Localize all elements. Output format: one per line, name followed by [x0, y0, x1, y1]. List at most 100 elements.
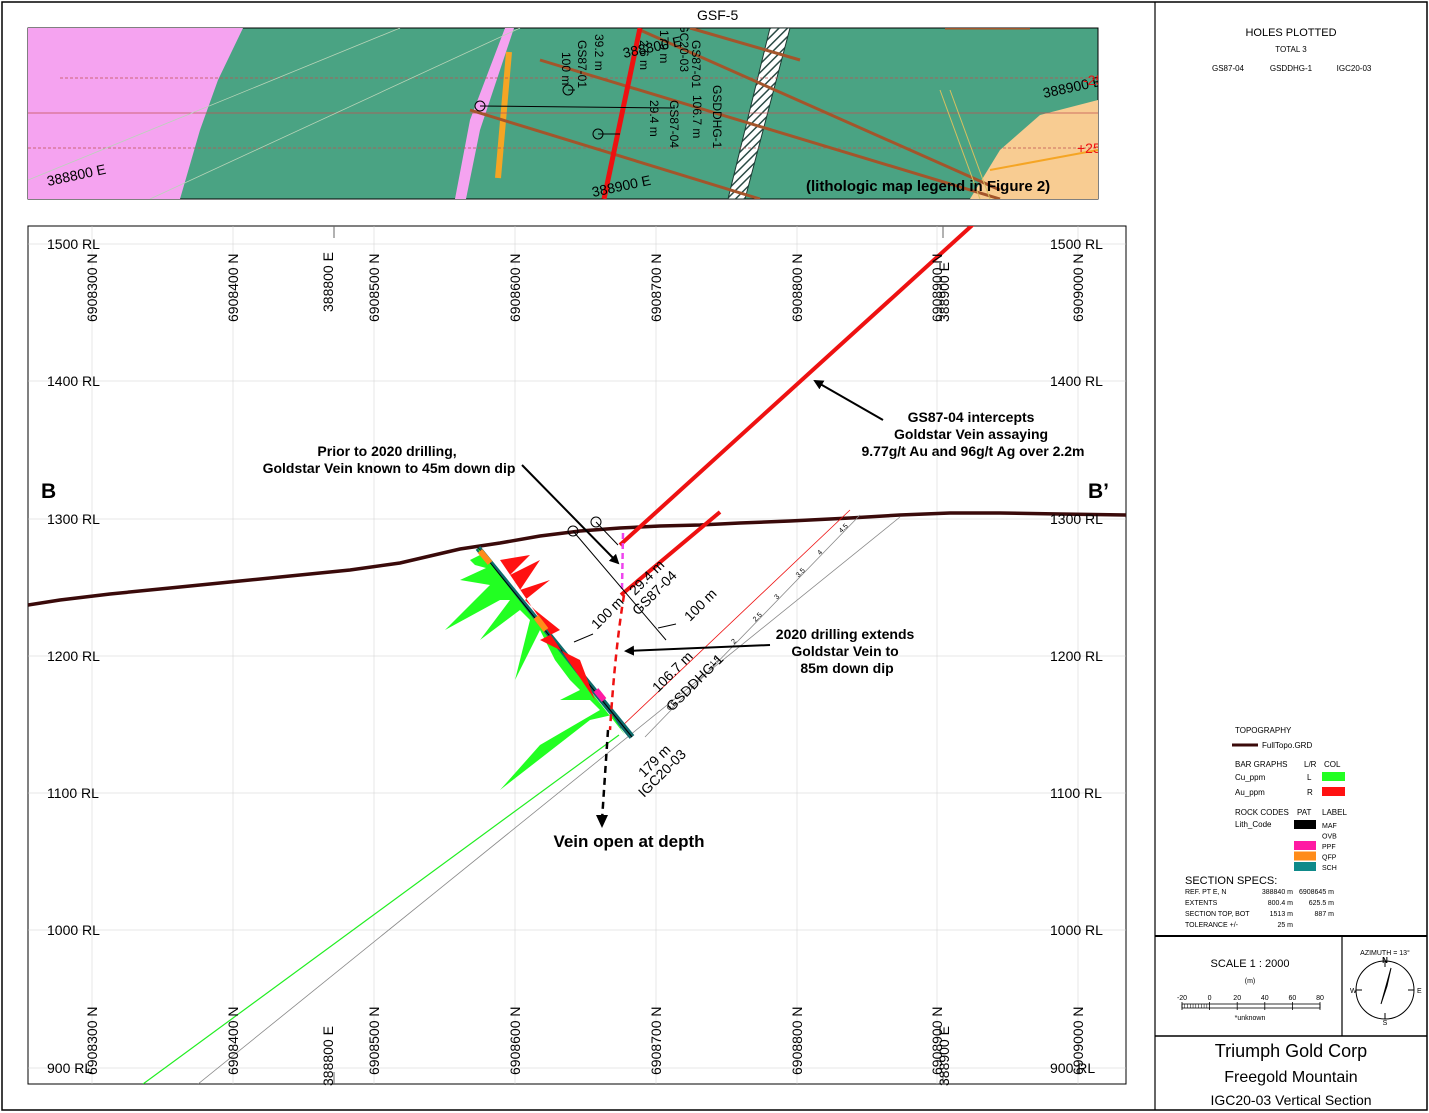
rl-label-left: 1000 RL [47, 922, 100, 938]
bar-cu-side: L [1307, 773, 1312, 782]
lith-code: Lith_Code [1235, 820, 1272, 829]
rock-label: SCH [1322, 865, 1337, 872]
vertical-section: 29.4 m GS87-04 100 m 100 m 106.7 m GSDDH… [27, 225, 1127, 1086]
section-end-b-prime: B’ [1088, 480, 1109, 503]
annotation-2020-line2: Goldstar Vein to [791, 643, 898, 659]
northing-label-bottom: 6908400 N [225, 1006, 241, 1075]
rock-swatch [1294, 820, 1316, 829]
spec-key: REF. PT E, N [1185, 889, 1227, 896]
section-specs-table: REF. PT E, N 388840 m 6908645 m EXTENTS 800.… [1185, 889, 1334, 929]
northing-label-top: 6908500 N [366, 253, 382, 322]
compass-w: W [1350, 988, 1357, 995]
annotation-prior-line1: Prior to 2020 drilling, [317, 443, 456, 459]
rock-swatch [1294, 862, 1316, 871]
northing-label-bottom: 6908600 N [507, 1006, 523, 1075]
bar-col-header: COL [1324, 760, 1341, 769]
spec-value-1: 1513 m [1270, 911, 1294, 918]
rl-label-left: 1200 RL [47, 648, 100, 664]
bar-au-side: R [1307, 788, 1313, 797]
rock-label: QFP [1322, 855, 1337, 862]
easting-label-388800-bottom: 388800 E [320, 1026, 336, 1086]
rl-label-right: 1300 RL [1050, 511, 1103, 527]
plan-label-gs8701-b: GS87-01 [689, 40, 703, 88]
legend-panel: HOLES PLOTTED TOTAL 3 GS87-04 GSDDHG-1 I… [1177, 27, 1422, 1108]
plan-label-gsf5: GSF-5 [697, 7, 738, 23]
hole-item-3: IGC20-03 [1337, 64, 1372, 73]
rock-label: OVB [1322, 834, 1337, 841]
figure-canvas: 39.2 m GS87-01 100 m 29.4 m GS87-04 106.… [1, 1, 1428, 1111]
annotation-gs8704-line3: 9.77g/t Au and 96g/t Ag over 2.2m [861, 443, 1084, 459]
plan-label-39m: 39.2 m [592, 34, 606, 71]
spec-value-1: 800.4 m [1268, 900, 1293, 907]
plan-label-gsddhg: GSDDHG-1 [710, 85, 724, 149]
rock-label: MAF [1322, 823, 1337, 830]
northing-label-top: 6908700 N [648, 253, 664, 322]
scale-tick-label: 20 [1233, 995, 1241, 1002]
plan-map: 39.2 m GS87-01 100 m 29.4 m GS87-04 106.… [27, 7, 1119, 200]
rock-codes-title: ROCK CODES [1235, 808, 1289, 817]
annotation-2020-line3: 85m down dip [800, 660, 893, 676]
rl-label-right: 1100 RL [1050, 785, 1102, 801]
scale-tick-label: -20 [1177, 995, 1187, 1002]
project-name: Freegold Mountain [1224, 1069, 1357, 1086]
annotation-gs8704-line1: GS87-04 intercepts [908, 409, 1035, 425]
annotation-gs8704-line2: Goldstar Vein assaying [894, 426, 1048, 442]
plan-label-gs8704: GS87-04 [667, 100, 681, 148]
plan-label-plus25: +25 m [1077, 140, 1116, 156]
hole-item-2: GSDDHG-1 [1270, 64, 1313, 73]
bar-lr-header: L/R [1304, 760, 1317, 769]
topography-item: FullTopo.GRD [1262, 741, 1312, 750]
annotation-2020-line1: 2020 drilling extends [776, 626, 915, 642]
bar-au-name: Au_ppm [1235, 788, 1265, 797]
annotation-vein-open: Vein open at depth [553, 832, 704, 851]
section-specs-title: SECTION SPECS: [1185, 875, 1277, 887]
northing-label-bottom: 6908500 N [366, 1006, 382, 1075]
scale-bar: -20 0 20 40 60 80 [1177, 995, 1324, 1010]
bar-cu-swatch [1322, 772, 1345, 781]
section-end-b: B [41, 480, 56, 503]
rock-swatch [1294, 841, 1316, 850]
spec-key: TOLERANCE +/- [1185, 922, 1239, 929]
rl-label-left: 1300 RL [47, 511, 100, 527]
plan-label-106m: 106.7 m [690, 95, 704, 138]
rock-code-list: MAF OVB PPF QFP SCH [1294, 820, 1337, 872]
topography-title: TOPOGRAPHY [1235, 726, 1292, 735]
plan-label-gs8701: GS87-01 [575, 40, 589, 88]
scale-tick-label: 0 [1208, 995, 1212, 1002]
northing-label-bottom: 6908300 N [84, 1006, 100, 1075]
rl-label-right: 1200 RL [1050, 648, 1103, 664]
compass-needle-icon [1380, 967, 1392, 1005]
northing-label-bottom: 6909000 N [1070, 1006, 1086, 1075]
scale-bar-outline [1181, 1003, 1321, 1009]
scale-tick-label: 60 [1289, 995, 1297, 1002]
easting-label-388800-top: 388800 E [320, 252, 336, 312]
bar-au-swatch [1322, 787, 1345, 796]
rl-label-left: 1500 RL [47, 236, 100, 252]
rock-label-header: LABEL [1322, 808, 1347, 817]
plan-label-29m: 29.4 m [647, 100, 661, 137]
northing-label-top: 6908600 N [507, 253, 523, 322]
compass-e: E [1417, 988, 1422, 995]
section-frame [27, 225, 1127, 1085]
annotation-prior-line2: Goldstar Vein known to 45m down dip [263, 460, 516, 476]
spec-key: EXTENTS [1185, 900, 1218, 907]
compass-s: S [1383, 1020, 1388, 1027]
northing-label-top: 6908800 N [789, 253, 805, 322]
spec-value-1: 25 m [1277, 922, 1293, 929]
northing-label-top: 6909000 N [1070, 253, 1086, 322]
rl-label-left: 1400 RL [47, 373, 100, 389]
rl-label-left: 1100 RL [47, 785, 99, 801]
plan-legend-note: (lithologic map legend in Figure 2) [806, 178, 1050, 195]
spec-value-2: 6908645 m [1299, 889, 1334, 896]
rock-swatch [1294, 851, 1316, 861]
rl-label-right: 1500 RL [1050, 236, 1103, 252]
company-name: Triumph Gold Corp [1215, 1041, 1367, 1061]
spec-value-1: 388840 m [1262, 889, 1293, 896]
northing-label-bottom: 6908800 N [789, 1006, 805, 1075]
plan-label-minus25: -25 m [1083, 72, 1119, 88]
scale-tick-label: 80 [1316, 995, 1324, 1002]
spec-key: SECTION TOP, BOT [1185, 911, 1250, 918]
northing-label-top: 6908300 N [84, 253, 100, 322]
spec-value-2: 625.5 m [1309, 900, 1334, 907]
holes-total: TOTAL 3 [1275, 45, 1307, 54]
